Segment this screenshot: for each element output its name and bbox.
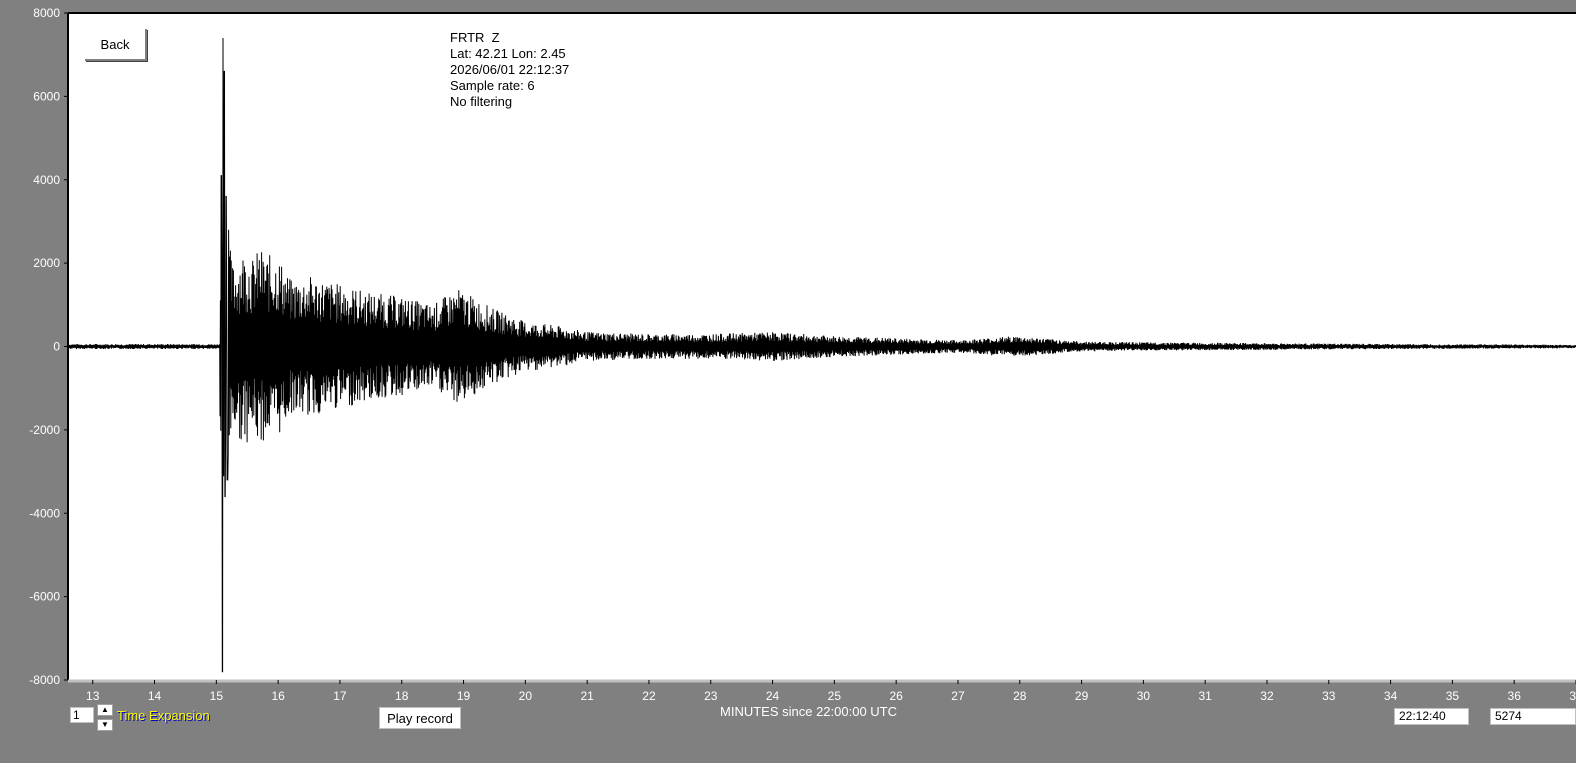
x-tick-label: 24	[766, 689, 780, 703]
x-tick-label: 21	[580, 689, 594, 703]
station-name: FRTR Z	[450, 30, 500, 45]
x-tick-label: 17	[333, 689, 347, 703]
y-tick-label: -4000	[29, 506, 60, 520]
y-tick-label: 4000	[33, 173, 60, 187]
x-axis-ticks: 13 14 15 16 17 18 19 20 21 22 23 24 25 26 27 28 29 30 31 32…	[86, 680, 1576, 703]
y-tick-label: 2000	[33, 256, 60, 270]
y-tick-label: -6000	[29, 590, 60, 604]
x-tick-label: 18	[395, 689, 409, 703]
play-record-button[interactable]: Play record	[379, 707, 461, 729]
x-tick-label: 27	[951, 689, 965, 703]
x-tick-label: 28	[1013, 689, 1027, 703]
x-tick-label: 34	[1384, 689, 1398, 703]
y-tick-label: -2000	[29, 423, 60, 437]
x-tick-label: 16	[271, 689, 285, 703]
x-tick-label: 20	[519, 689, 533, 703]
y-tick-label: 0	[53, 340, 60, 354]
record-datetime: 2026/06/01 22:12:37	[450, 62, 570, 77]
value-readout: 5274	[1490, 708, 1576, 725]
back-button[interactable]: Back	[85, 29, 147, 61]
x-axis-title: MINUTES since 22:00:00 UTC	[720, 704, 898, 719]
filter-status: No filtering	[450, 94, 513, 109]
x-tick-label: 31	[1199, 689, 1213, 703]
x-tick-label: 22	[642, 689, 656, 703]
time-expansion-input[interactable]	[70, 707, 94, 723]
seismogram-chart: 8000 6000 4000 2000 0 -2000 -4000 -6000 -8000 13…	[29, 6, 1576, 703]
expansion-up-arrow-icon[interactable]: ▲	[97, 704, 113, 716]
x-tick-label: 13	[86, 689, 100, 703]
x-tick-label: 32	[1260, 689, 1274, 703]
expansion-down-arrow-icon[interactable]: ▼	[97, 719, 113, 731]
x-tick-label: 33	[1322, 689, 1336, 703]
time-readout: 22:12:40	[1394, 708, 1469, 725]
station-location: Lat: 42.21 Lon: 2.45	[450, 46, 566, 61]
y-tick-label: 6000	[33, 89, 60, 103]
x-tick-label: 37	[1569, 689, 1576, 703]
x-tick-label: 14	[148, 689, 162, 703]
x-tick-label: 35	[1446, 689, 1460, 703]
y-tick-label: 8000	[33, 6, 60, 20]
x-tick-label: 25	[828, 689, 842, 703]
time-expansion-label: Time Expansion	[117, 708, 210, 723]
x-tick-label: 23	[704, 689, 718, 703]
x-tick-label: 29	[1075, 689, 1089, 703]
y-axis-ticks: 8000 6000 4000 2000 0 -2000 -4000 -6000 -8000	[29, 6, 68, 687]
x-tick-label: 15	[210, 689, 224, 703]
x-tick-label: 19	[457, 689, 471, 703]
x-tick-label: 30	[1137, 689, 1151, 703]
x-tick-label: 36	[1508, 689, 1522, 703]
sample-rate: Sample rate: 6	[450, 78, 535, 93]
y-tick-label: -8000	[29, 673, 60, 687]
x-tick-label: 26	[889, 689, 903, 703]
